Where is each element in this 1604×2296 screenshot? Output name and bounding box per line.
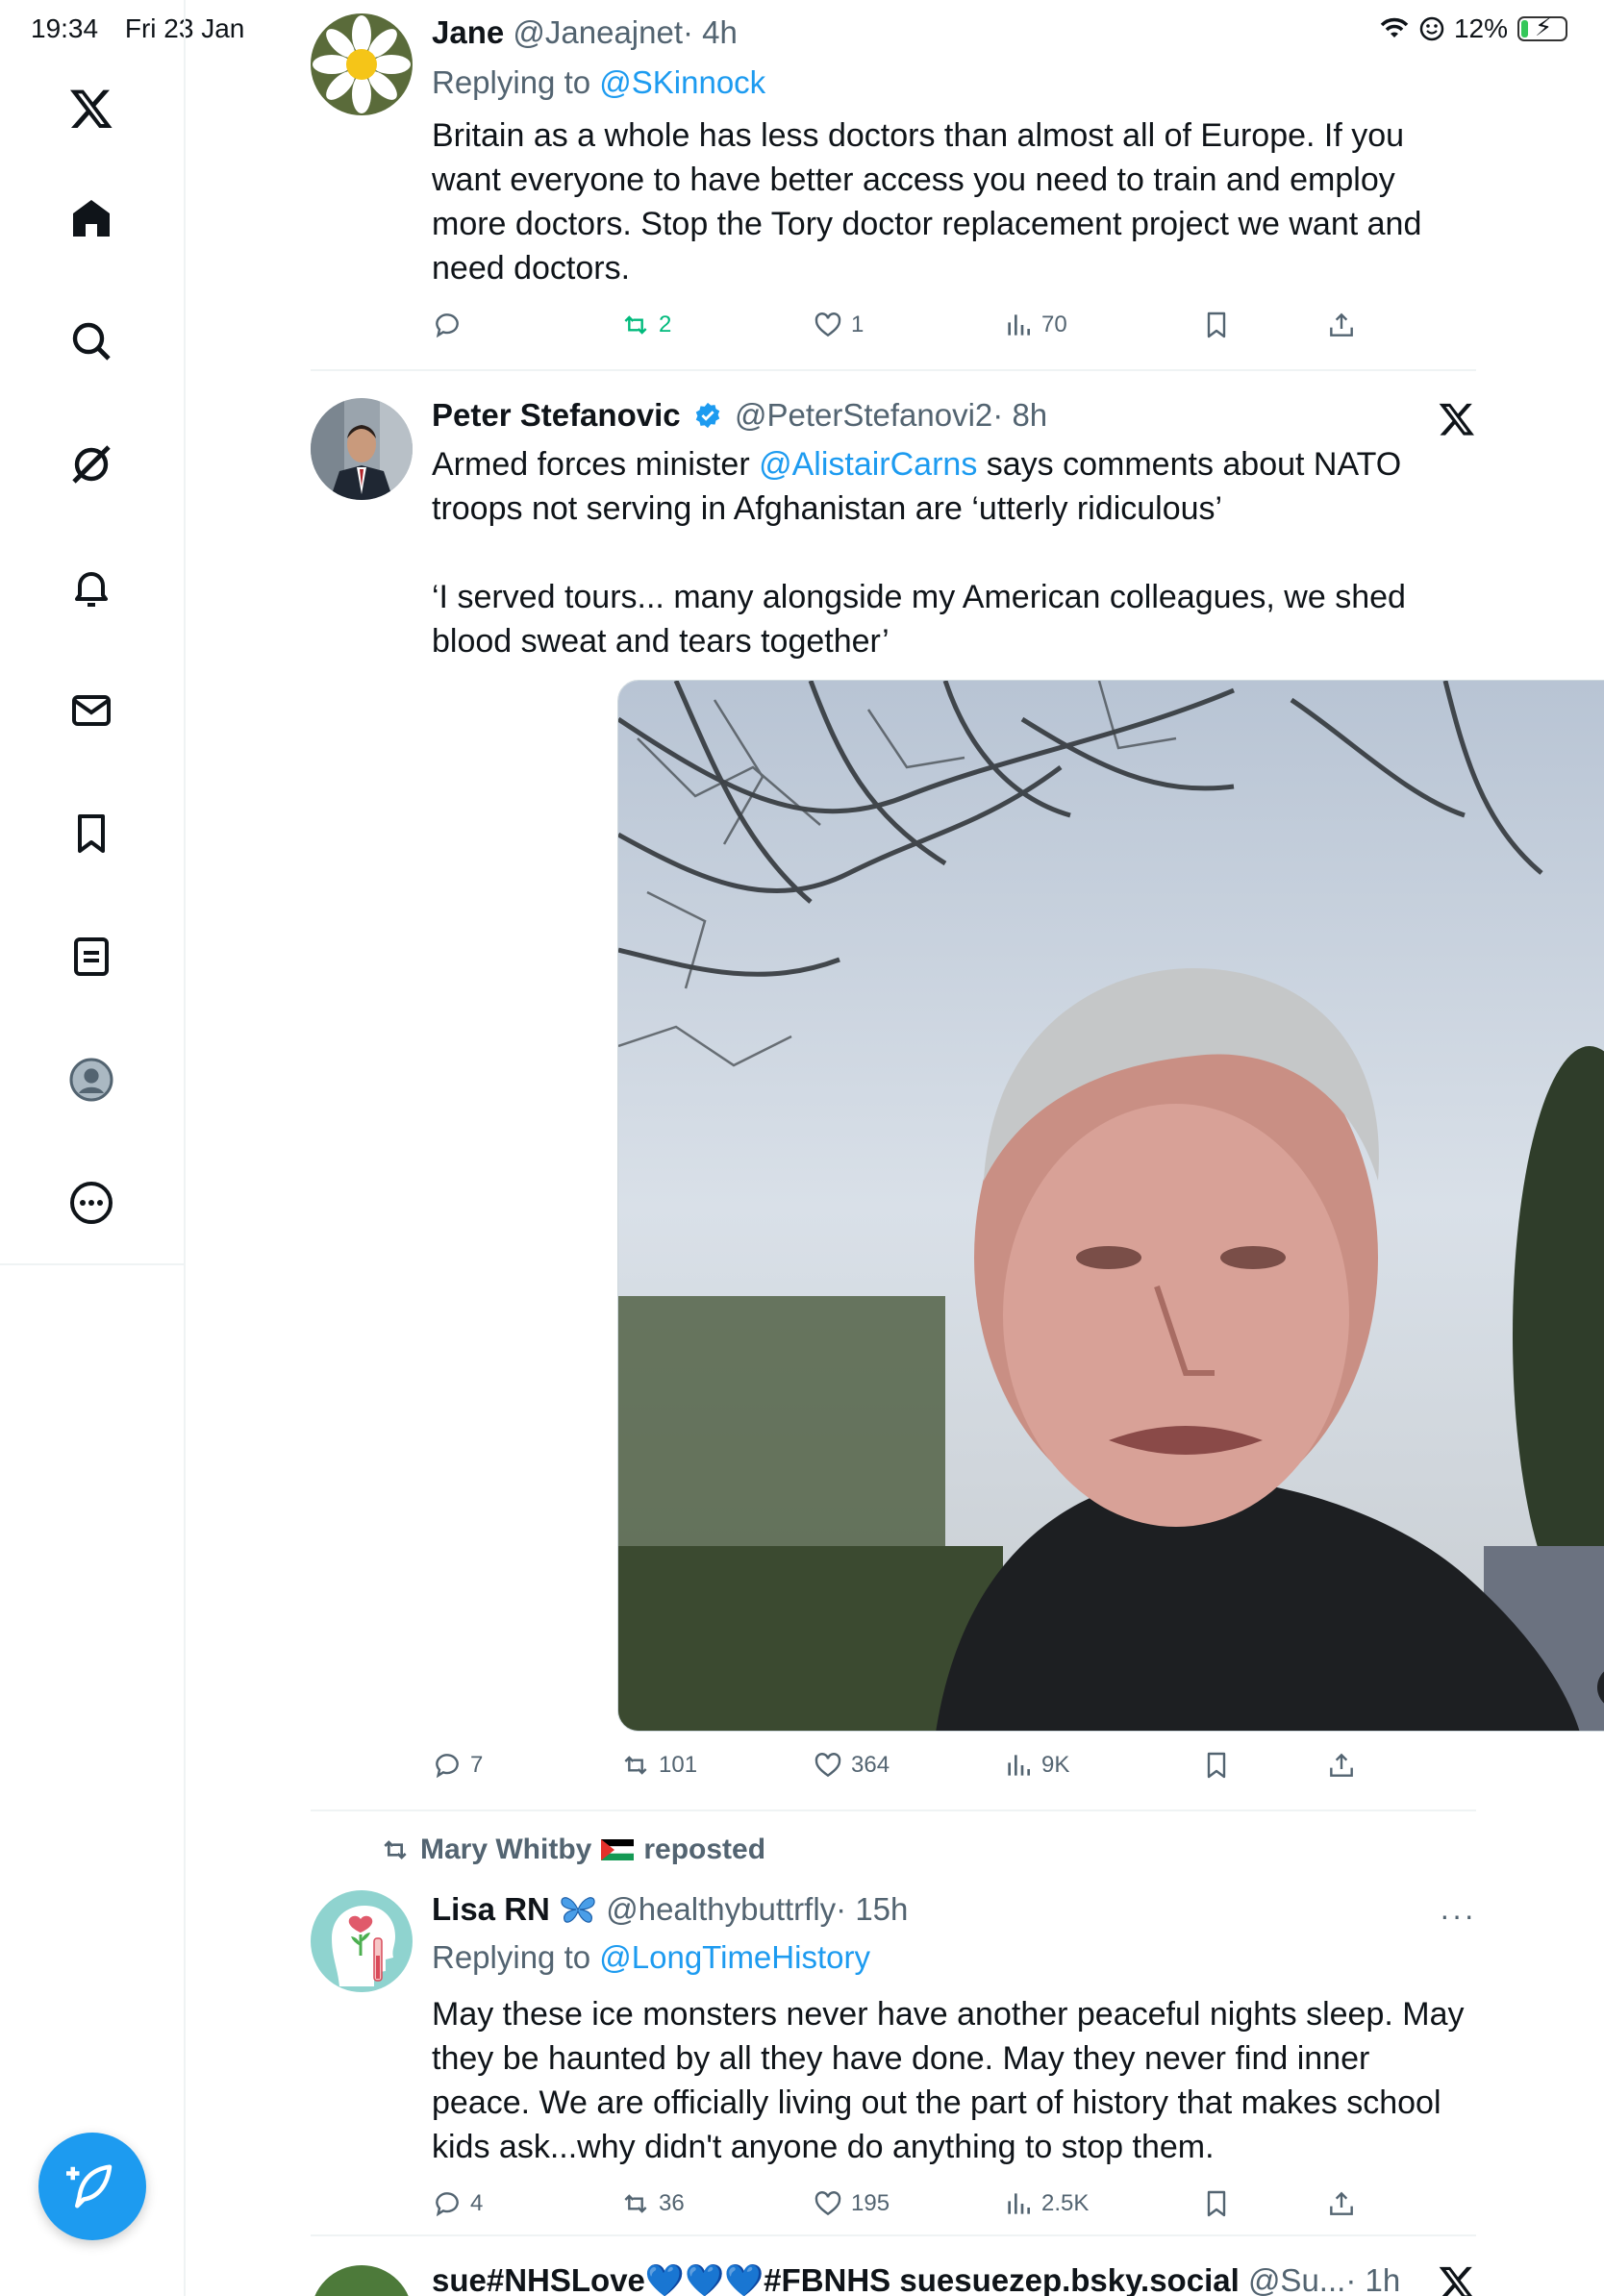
reposted-label: reposted — [643, 1834, 766, 1865]
butterfly-icon — [561, 1897, 595, 1923]
reply-icon — [436, 313, 459, 338]
reply-button[interactable]: 4 — [432, 2188, 483, 2219]
repost-button[interactable]: 36 — [620, 2188, 685, 2219]
more-icon[interactable] — [63, 1175, 119, 1231]
views-chart-icon — [1008, 314, 1030, 336]
tweet-time[interactable]: · 8h — [992, 397, 1047, 433]
avatar[interactable] — [311, 398, 413, 500]
views-chart-icon — [1008, 1755, 1030, 1776]
grok-icon[interactable] — [63, 437, 119, 492]
mention-link[interactable]: @SKinnock — [599, 64, 765, 100]
like-button[interactable]: 195 — [813, 2188, 890, 2219]
tweet-divider — [311, 1809, 1476, 1811]
tweet-sue[interactable]: sue#NHSLove💙💙💙#FBNHS suesuezep.bsky.soci… — [311, 2259, 1476, 2296]
bookmark-icon — [1207, 1752, 1226, 1779]
mention-link[interactable]: @AlistairCarns — [759, 446, 977, 483]
author-handle[interactable]: @healthybuttrfly — [606, 1891, 836, 1927]
tweet-peter-actions: 7 101 364 9K — [311, 1750, 1476, 1798]
like-button[interactable]: 1 — [813, 310, 864, 340]
author-handle[interactable]: @PeterStefanovi2 — [735, 397, 992, 433]
reply-button[interactable]: 7 — [432, 1750, 483, 1781]
reply-button[interactable] — [432, 310, 470, 340]
reposted-by-line: Mary Whitby reposted — [380, 1831, 765, 1869]
author-name[interactable]: Jane — [432, 14, 504, 50]
repost-icon — [384, 1840, 407, 1859]
author-handle[interactable]: @Janeajnet — [513, 14, 683, 50]
bookmark-button[interactable] — [1201, 2188, 1232, 2219]
bookmark-icon — [1207, 2190, 1226, 2217]
lists-icon[interactable] — [63, 929, 119, 985]
tweet-divider — [311, 369, 1476, 371]
repost-icon — [624, 2194, 647, 2213]
tweet-actions: 7 101 364 9K — [432, 1750, 1476, 1794]
verified-badge-icon — [695, 402, 720, 429]
compose-feather-icon — [66, 2164, 113, 2209]
share-button[interactable] — [1326, 2188, 1357, 2219]
timeline-feed: Jane @Janeajnet· 4h Replying to @SKinnoc… — [186, 0, 1604, 2296]
repost-icon — [624, 1756, 647, 1775]
search-icon[interactable] — [63, 313, 119, 369]
avatar[interactable] — [311, 1890, 413, 1992]
reply-icon — [436, 1754, 459, 1779]
heart-icon — [815, 312, 841, 337]
reposter-name[interactable]: Mary Whitby — [420, 1831, 591, 1869]
messages-icon[interactable] — [63, 683, 119, 738]
tweet-text: Britain as a whole has less doctors than… — [432, 117, 1422, 287]
views-button[interactable]: 70 — [1003, 310, 1067, 340]
views-chart-icon — [1008, 2193, 1030, 2214]
author-name[interactable]: Peter Stefanovic — [432, 397, 681, 433]
tweet-quote-text: ‘I served tours... many alongside my Ame… — [432, 579, 1406, 660]
tweet-text: May these ice monsters never have anothe… — [432, 1996, 1465, 2165]
repost-icon — [624, 315, 647, 335]
tweet-time[interactable]: · 4h — [683, 14, 738, 50]
bookmark-button[interactable] — [1201, 310, 1232, 340]
tweet-actions: 4 36 195 2.5K — [432, 2188, 1476, 2233]
like-button[interactable]: 364 — [813, 1750, 890, 1781]
heart-icon — [815, 1753, 841, 1778]
share-icon — [1330, 1753, 1353, 1777]
bookmarks-icon[interactable] — [63, 806, 119, 861]
video-frame — [618, 681, 1604, 1731]
home-icon[interactable] — [63, 190, 119, 246]
replying-to: Replying to @LongTimeHistory — [432, 1939, 870, 1975]
bookmark-button[interactable] — [1201, 1750, 1232, 1781]
x-logo-icon — [1439, 2266, 1472, 2296]
more-options-button[interactable]: ··· — [1440, 1898, 1476, 1934]
mention-link[interactable]: @LongTimeHistory — [599, 1939, 870, 1975]
tweet-video[interactable] — [617, 680, 1604, 1732]
replying-to: Replying to @SKinnock — [432, 64, 766, 100]
repost-button[interactable]: 101 — [620, 1750, 697, 1781]
notifications-icon[interactable] — [63, 560, 119, 615]
share-button[interactable] — [1326, 1750, 1357, 1781]
tweet-time[interactable]: · 1h — [1345, 2262, 1400, 2296]
avatar[interactable] — [311, 13, 413, 115]
views-button[interactable]: 9K — [1003, 1750, 1069, 1781]
profile-icon[interactable] — [63, 1052, 119, 1108]
tweet-time[interactable]: · 15h — [836, 1891, 908, 1927]
author-name[interactable]: sue#NHSLove💙💙💙#FBNHS suesuezep.bsky.soci… — [432, 2262, 1240, 2296]
tweet-jane[interactable]: Jane @Janeajnet· 4h Replying to @SKinnoc… — [311, 12, 1476, 348]
tweet-lisa-rn[interactable]: Mary Whitby reposted Lisa RN @healthybut… — [311, 1831, 1476, 2234]
reply-icon — [436, 2192, 459, 2217]
heart-icon — [815, 2191, 841, 2216]
views-button[interactable]: 2.5K — [1003, 2188, 1089, 2219]
share-icon — [1330, 312, 1353, 337]
share-icon — [1330, 2191, 1353, 2215]
bookmark-icon — [1207, 312, 1226, 338]
tweet-actions: 2 1 70 — [432, 310, 1476, 354]
author-handle[interactable]: @Su... — [1248, 2262, 1345, 2296]
x-logo-icon — [1439, 403, 1474, 436]
palestine-flag-icon — [601, 1839, 635, 1860]
repost-button[interactable]: 2 — [620, 310, 671, 340]
x-logo-icon[interactable] — [63, 81, 119, 137]
avatar[interactable] — [311, 2265, 413, 2296]
compose-button[interactable] — [38, 2133, 146, 2240]
tweet-text: Armed forces minister @AlistairCarns say… — [432, 446, 1402, 527]
share-button[interactable] — [1326, 310, 1357, 340]
tweet-divider — [311, 2234, 1476, 2236]
sidebar — [0, 0, 186, 1265]
author-name[interactable]: Lisa RN — [432, 1891, 550, 1927]
